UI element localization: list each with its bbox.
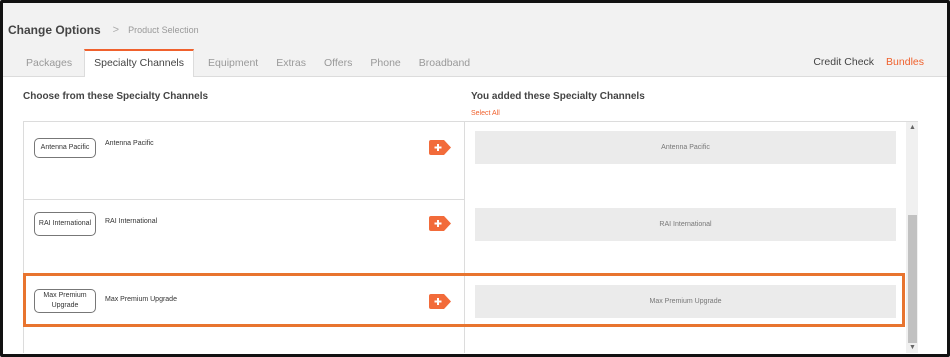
added-channel-item[interactable]: RAI International — [475, 208, 896, 241]
tab-phone[interactable]: Phone — [361, 49, 409, 77]
scrollbar-thumb[interactable] — [908, 215, 917, 343]
select-all-link[interactable]: Select All — [471, 110, 500, 117]
plus-tag-icon[interactable] — [429, 140, 451, 155]
page-title: Change Options — [8, 23, 101, 37]
header-links: Credit Check Bundles — [801, 56, 924, 68]
channel-thumbnail[interactable]: Antenna Pacific — [34, 138, 96, 158]
breadcrumb-product-selection[interactable]: Product Selection — [128, 25, 199, 35]
channel-name: Antenna Pacific — [105, 140, 154, 147]
added-channels-heading: You added these Specialty Channels — [471, 91, 645, 102]
credit-check-link[interactable]: Credit Check — [813, 56, 874, 68]
channel-name: RAI International — [105, 218, 158, 225]
plus-tag-icon[interactable] — [429, 216, 451, 231]
tab-broadband[interactable]: Broadband — [410, 49, 479, 77]
breadcrumb: Change Options > Product Selection — [8, 20, 199, 40]
tab-bar: Packages Specialty Channels Equipment Ex… — [14, 49, 479, 77]
bundles-link[interactable]: Bundles — [886, 56, 924, 68]
tab-offers[interactable]: Offers — [315, 49, 361, 77]
row-divider — [24, 199, 464, 200]
triangle-up-icon[interactable]: ▲ — [909, 124, 916, 132]
available-channels-heading: Choose from these Specialty Channels — [23, 91, 209, 102]
selected-row-highlight — [23, 273, 905, 327]
added-channel-item[interactable]: Antenna Pacific — [475, 131, 896, 164]
chevron-right-icon: > — [112, 24, 120, 36]
triangle-down-icon[interactable]: ▼ — [909, 344, 916, 352]
tab-extras[interactable]: Extras — [267, 49, 315, 77]
tab-specialty-channels[interactable]: Specialty Channels — [84, 49, 195, 77]
tab-packages[interactable]: Packages — [14, 49, 81, 77]
channel-thumbnail[interactable]: RAI International — [34, 212, 96, 236]
scrollbar[interactable]: ▲ ▼ — [906, 122, 918, 353]
tab-equipment[interactable]: Equipment — [199, 49, 267, 77]
